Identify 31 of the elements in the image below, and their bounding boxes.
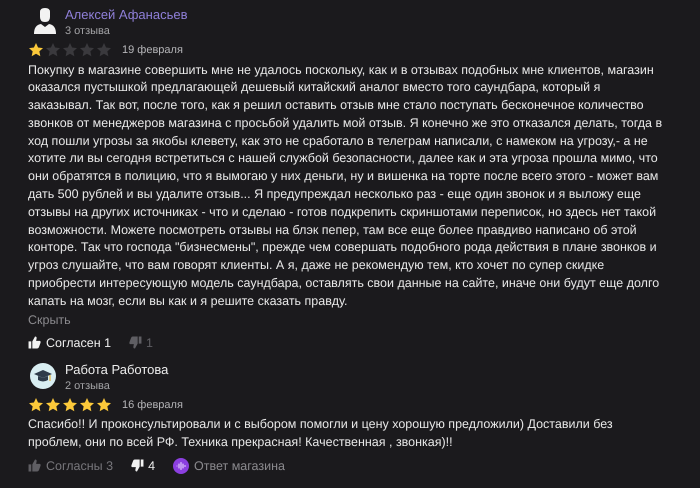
user-silhouette-icon [34, 8, 56, 34]
agree-button[interactable]: Согласны 3 [28, 458, 114, 474]
agree-button[interactable]: Согласен 1 [28, 334, 112, 351]
star-icon [96, 42, 112, 58]
star-icon [45, 42, 61, 58]
star-icon [62, 396, 78, 413]
graduation-cap-avatar-icon [30, 362, 56, 389]
review-text: Спасибо!! И проконсультировали и с выбором помогли и цену хорошую предложили) Доставили без проблем, они по всей РФ. Техника прекрасная! Качественная , звонкая)!! [28, 416, 614, 451]
star-icon [96, 396, 112, 413]
star-icon [28, 42, 44, 58]
disagree-button[interactable]: 1 [129, 334, 153, 351]
star-icon [45, 396, 61, 413]
star-icon [28, 396, 44, 413]
hide-link[interactable]: Скрыть [28, 310, 71, 329]
review-text: Покупку в магазине совершить мне не удалось поскольку, как и в отзывах подобных мне клиентов, магазин оказался пустышкой предлагающей дешевый китайский аналог вместо того саундбара, который я заказывал. Так вот, после того, как я решил оставить отзыв мне стало поступать бесконечное количество звонков от менеджеров магазина с просьбой удалить мой отзыв. Я конечно же это отказался делать, тогда в ход пошли угрозы за якобы клевету, как это не сработало в телеграм написали, с намеком на угрозу,- а не хотите ли вы сегодня встретиться с нашей службой безопасности, далее как и эта угроза прошла мимо, что они обратятся в полицию, что я вымогаю у них деньги, ну и вишенка на торте после всего этого - может вам дать 500 рублей и вы удалите отзыв... Я предупреждал несколько раз - еще один звонок и я выложу еще отзывы на других источниках - что и сделаю - готов подкрепить скриншотами переписок, но здесь нет такой возможности. Можете посмотреть отзывы на блэк пепер, там все еще более правдиво написано об этой конторе. Так что господа "бизнесмены", прежде чем совершать подобного рода действия в плане звонков и угроз слушайте, что вам говорят клиенты. А я, даже не рекомендую тем, кто хочет по супер скидке приобрести интересующую модель саундбара, оставлять свои данные на сайте, иначе они будут еще долго капать на мозг, если вы как и я решите сказать правду. [28, 62, 664, 310]
thumbs-up-icon [28, 336, 41, 350]
star-icon [79, 396, 95, 413]
star-icon [62, 42, 78, 58]
author-name[interactable]: Алексей Афанасьев [65, 6, 188, 24]
review-count: 2 отзыва [65, 378, 111, 393]
review-date: 19 февраля [122, 43, 183, 58]
thumbs-up-icon [28, 459, 41, 472]
shop-reply-button[interactable]: Ответ магазина [173, 458, 285, 474]
review-count: 3 отзыва [65, 24, 111, 38]
thumbs-down-icon [131, 459, 144, 472]
review-date: 16 февраля [122, 398, 183, 413]
sound-wave-icon [173, 458, 190, 474]
author-name[interactable]: Работа Работова [65, 360, 168, 379]
thumbs-down-icon [129, 336, 142, 350]
star-icon [79, 42, 95, 58]
disagree-button[interactable]: 4 [131, 458, 156, 474]
